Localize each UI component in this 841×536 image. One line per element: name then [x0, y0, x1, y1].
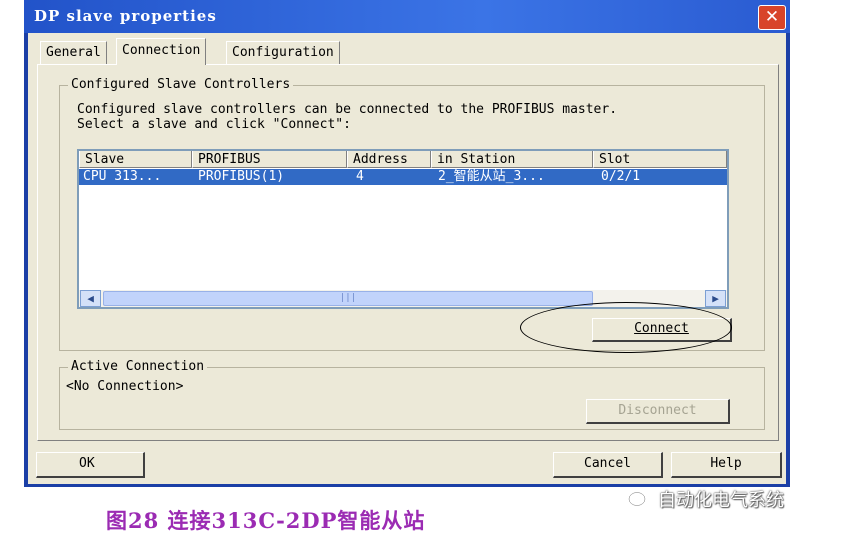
- tab-configuration[interactable]: Configuration: [226, 41, 340, 64]
- configured-description-line1: Configured slave controllers can be conn…: [77, 102, 618, 117]
- watermark-text: 自动化电气系统: [658, 490, 784, 511]
- cell-slot: 0/2/1: [601, 169, 641, 184]
- scroll-right-icon[interactable]: ▶: [705, 290, 726, 307]
- column-header-station[interactable]: in Station: [431, 151, 593, 168]
- scroll-thumb[interactable]: |||: [103, 291, 593, 306]
- column-header-address[interactable]: Address: [347, 151, 431, 168]
- title-bar[interactable]: DP slave properties ✕: [24, 0, 790, 33]
- active-connection-legend: Active Connection: [68, 359, 208, 374]
- figure-caption: 图28 连接313C-2DP智能从站: [106, 508, 426, 533]
- column-header-slot[interactable]: Slot: [593, 151, 727, 168]
- slave-list[interactable]: Slave PROFIBUS Address in Station Slot C…: [77, 149, 729, 309]
- tab-connection[interactable]: Connection: [116, 38, 207, 65]
- tab-general[interactable]: General: [40, 41, 107, 64]
- disconnect-button[interactable]: Disconnect: [586, 399, 730, 424]
- close-button[interactable]: ✕: [758, 5, 786, 30]
- ok-button[interactable]: OK: [36, 452, 145, 478]
- cell-station: 2_智能从站_3...: [438, 169, 545, 184]
- configured-description-line2: Select a slave and click "Connect":: [77, 117, 351, 132]
- column-header-slave[interactable]: Slave: [79, 151, 192, 168]
- dialog-body: General Connection Configuration Configu…: [28, 33, 786, 484]
- active-connection-group: Active Connection <No Connection> Discon…: [59, 359, 765, 430]
- cell-slave: CPU 313...: [83, 169, 162, 184]
- help-button[interactable]: Help: [671, 452, 782, 478]
- wechat-icon: [628, 491, 652, 508]
- cell-address: 4: [356, 169, 364, 184]
- tab-panel-connection: Configured Slave Controllers Configured …: [37, 64, 779, 441]
- scroll-left-icon[interactable]: ◀: [80, 290, 101, 307]
- connection-status: <No Connection>: [66, 379, 184, 394]
- table-row[interactable]: CPU 313... PROFIBUS(1) 4 2_智能从站_3... 0/2…: [79, 169, 727, 185]
- highlight-ellipse: [520, 302, 732, 353]
- configured-slave-legend: Configured Slave Controllers: [68, 77, 294, 92]
- cell-profibus: PROFIBUS(1): [198, 169, 285, 184]
- window-title: DP slave properties: [34, 7, 217, 25]
- cancel-button[interactable]: Cancel: [553, 452, 663, 478]
- column-header-profibus[interactable]: PROFIBUS: [192, 151, 347, 168]
- dialog-window: DP slave properties ✕ General Connection…: [24, 0, 790, 487]
